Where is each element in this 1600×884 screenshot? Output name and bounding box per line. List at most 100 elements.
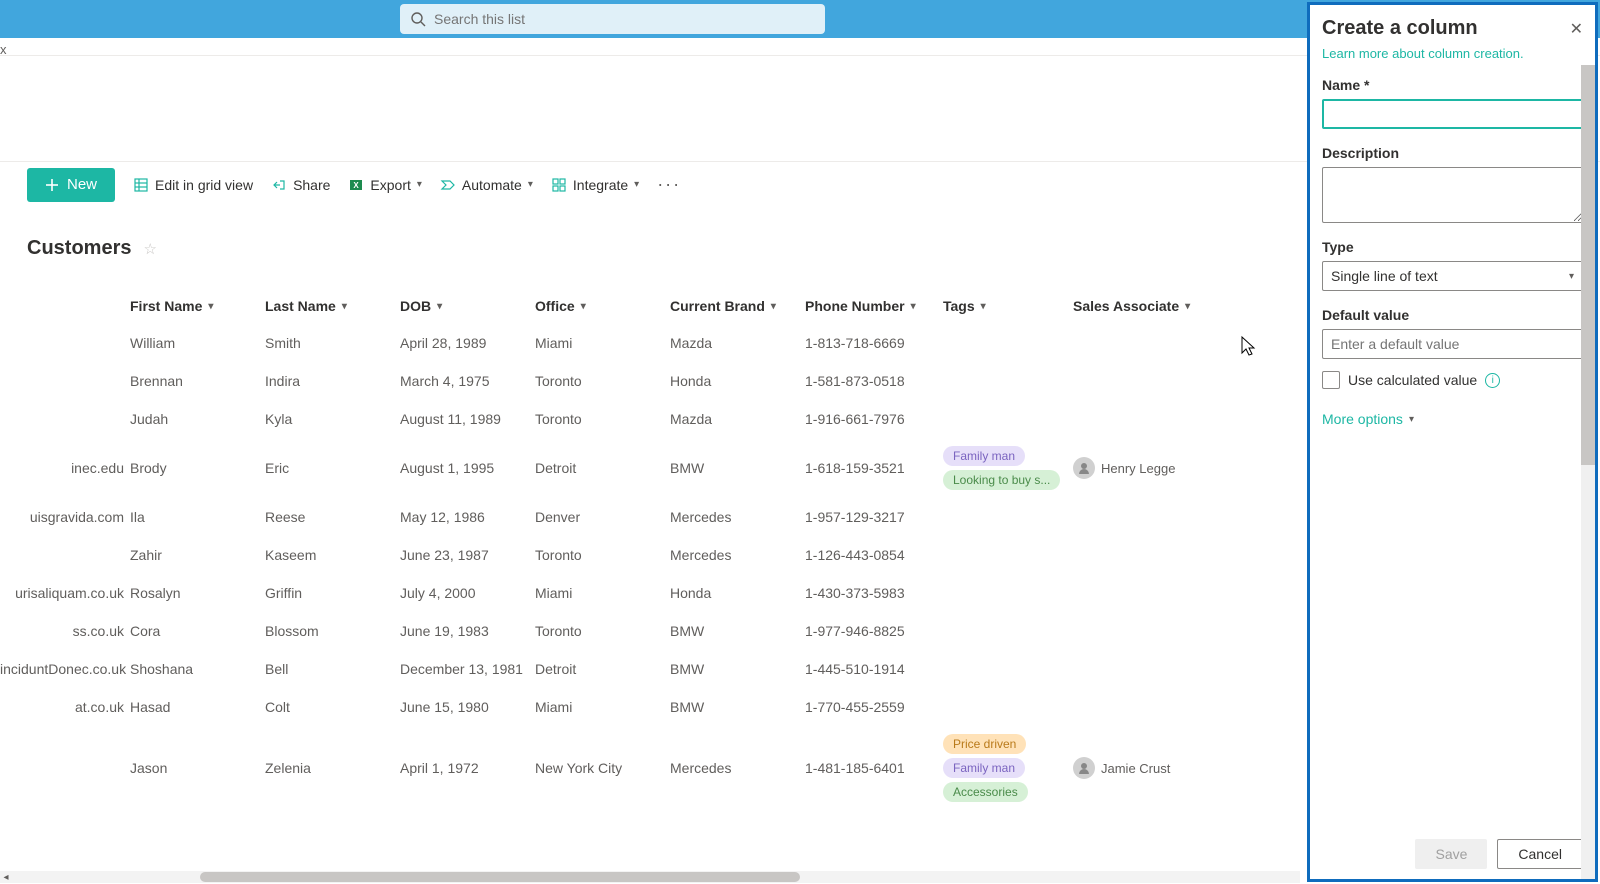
cell: July 4, 2000	[400, 585, 535, 601]
search-input[interactable]	[434, 11, 815, 27]
cell: April 28, 1989	[400, 335, 535, 351]
favorite-star-icon[interactable]: ☆	[143, 240, 156, 258]
list-title: Customers	[27, 237, 131, 260]
type-label: Type	[1322, 239, 1583, 255]
cell: BMW	[670, 699, 805, 715]
cell: 1-770-455-2559	[805, 699, 943, 715]
col-sales-assoc[interactable]: Sales Associate▾	[1073, 298, 1193, 314]
cell: New York City	[535, 760, 670, 776]
assoc-name: Henry Legge	[1101, 461, 1175, 476]
tag: Family man	[943, 446, 1025, 466]
export-button[interactable]: X Export ▾	[348, 177, 422, 193]
search-box[interactable]	[400, 4, 825, 34]
integrate-button[interactable]: Integrate ▾	[551, 177, 639, 193]
grid-icon	[133, 177, 149, 193]
type-select[interactable]: Single line of text ▾	[1322, 261, 1583, 291]
excel-icon: X	[348, 177, 364, 193]
cell: Miami	[535, 585, 670, 601]
cell: Honda	[670, 585, 805, 601]
cell: Bell	[265, 661, 400, 677]
col-first-name[interactable]: First Name▾	[130, 298, 265, 314]
cmd-label: Automate	[462, 177, 522, 193]
cell: Toronto	[535, 623, 670, 639]
description-input[interactable]	[1322, 167, 1583, 223]
more-options-toggle[interactable]: More options ▾	[1322, 411, 1583, 427]
save-button[interactable]: Save	[1415, 839, 1487, 869]
default-value-input[interactable]	[1322, 329, 1583, 359]
cell: 1-481-185-6401	[805, 760, 943, 776]
calculated-label: Use calculated value	[1348, 372, 1477, 388]
avatar	[1073, 457, 1095, 479]
new-button-label: New	[67, 176, 97, 193]
create-column-panel: Create a column ✕ Learn more about colum…	[1310, 5, 1595, 879]
cell: Rosalyn	[130, 585, 265, 601]
col-last-name[interactable]: Last Name▾	[265, 298, 400, 314]
cell: BMW	[670, 661, 805, 677]
col-phone[interactable]: Phone Number▾	[805, 298, 943, 314]
scrollbar-thumb[interactable]	[200, 872, 800, 882]
cell: Kyla	[265, 411, 400, 427]
col-tags[interactable]: Tags▾	[943, 298, 1073, 314]
cell: June 15, 1980	[400, 699, 535, 715]
tag: Price driven	[943, 734, 1026, 754]
horizontal-scrollbar[interactable]: ◂	[0, 871, 1300, 883]
automate-button[interactable]: Automate ▾	[440, 177, 533, 193]
cell: Ila	[130, 509, 265, 525]
close-icon[interactable]: ✕	[1570, 19, 1583, 39]
cell: Mercedes	[670, 760, 805, 776]
panel-title: Create a column	[1322, 17, 1478, 40]
info-icon[interactable]: i	[1485, 373, 1500, 388]
cell: Eric	[265, 460, 400, 476]
cell: Kaseem	[265, 547, 400, 563]
cell: Mercedes	[670, 509, 805, 525]
col-office[interactable]: Office▾	[535, 298, 670, 314]
cell: Denver	[535, 509, 670, 525]
cell: Brody	[130, 460, 265, 476]
svg-text:X: X	[354, 181, 360, 190]
cell: William	[130, 335, 265, 351]
cell: May 12, 1986	[400, 509, 535, 525]
cmd-label: Edit in grid view	[155, 177, 253, 193]
col-dob[interactable]: DOB▾	[400, 298, 535, 314]
cell: Indira	[265, 373, 400, 389]
scroll-left-icon[interactable]: ◂	[0, 872, 12, 883]
cell: inciduntDonec.co.uk	[0, 661, 130, 677]
cell: Mercedes	[670, 547, 805, 563]
cell: Mazda	[670, 411, 805, 427]
panel-scrollbar[interactable]	[1581, 65, 1595, 879]
cell: Smith	[265, 335, 400, 351]
tag: Looking to buy s...	[943, 470, 1060, 490]
chevron-down-icon: ▾	[634, 179, 639, 190]
calculated-checkbox[interactable]	[1322, 371, 1340, 389]
cell: 1-126-443-0854	[805, 547, 943, 563]
cell: 1-977-946-8825	[805, 623, 943, 639]
cell: Detroit	[535, 661, 670, 677]
tag: Accessories	[943, 782, 1028, 802]
tags-cell: Price drivenFamily manAccessories	[943, 732, 1073, 804]
cell: Blossom	[265, 623, 400, 639]
cell: 1-445-510-1914	[805, 661, 943, 677]
new-button[interactable]: New	[27, 168, 115, 202]
cell: April 1, 1972	[400, 760, 535, 776]
cell: BMW	[670, 623, 805, 639]
automate-icon	[440, 177, 456, 193]
cancel-button[interactable]: Cancel	[1497, 839, 1583, 869]
cell: inec.edu	[0, 460, 130, 476]
cell: Miami	[535, 699, 670, 715]
assoc-cell: Jamie Crust	[1073, 757, 1193, 779]
cell: BMW	[670, 460, 805, 476]
cell: Griffin	[265, 585, 400, 601]
chevron-down-icon: ▾	[1409, 414, 1414, 425]
cell: Judah	[130, 411, 265, 427]
name-input[interactable]	[1322, 99, 1583, 129]
cell: December 13, 1981	[400, 661, 535, 677]
share-button[interactable]: Share	[271, 177, 330, 193]
cell: Mazda	[670, 335, 805, 351]
cell: August 1, 1995	[400, 460, 535, 476]
default-value-label: Default value	[1322, 307, 1583, 323]
description-label: Description	[1322, 145, 1583, 161]
learn-more-link[interactable]: Learn more about column creation.	[1322, 46, 1583, 61]
col-brand[interactable]: Current Brand▾	[670, 298, 805, 314]
edit-grid-button[interactable]: Edit in grid view	[133, 177, 253, 193]
more-button[interactable]: ···	[657, 174, 681, 195]
